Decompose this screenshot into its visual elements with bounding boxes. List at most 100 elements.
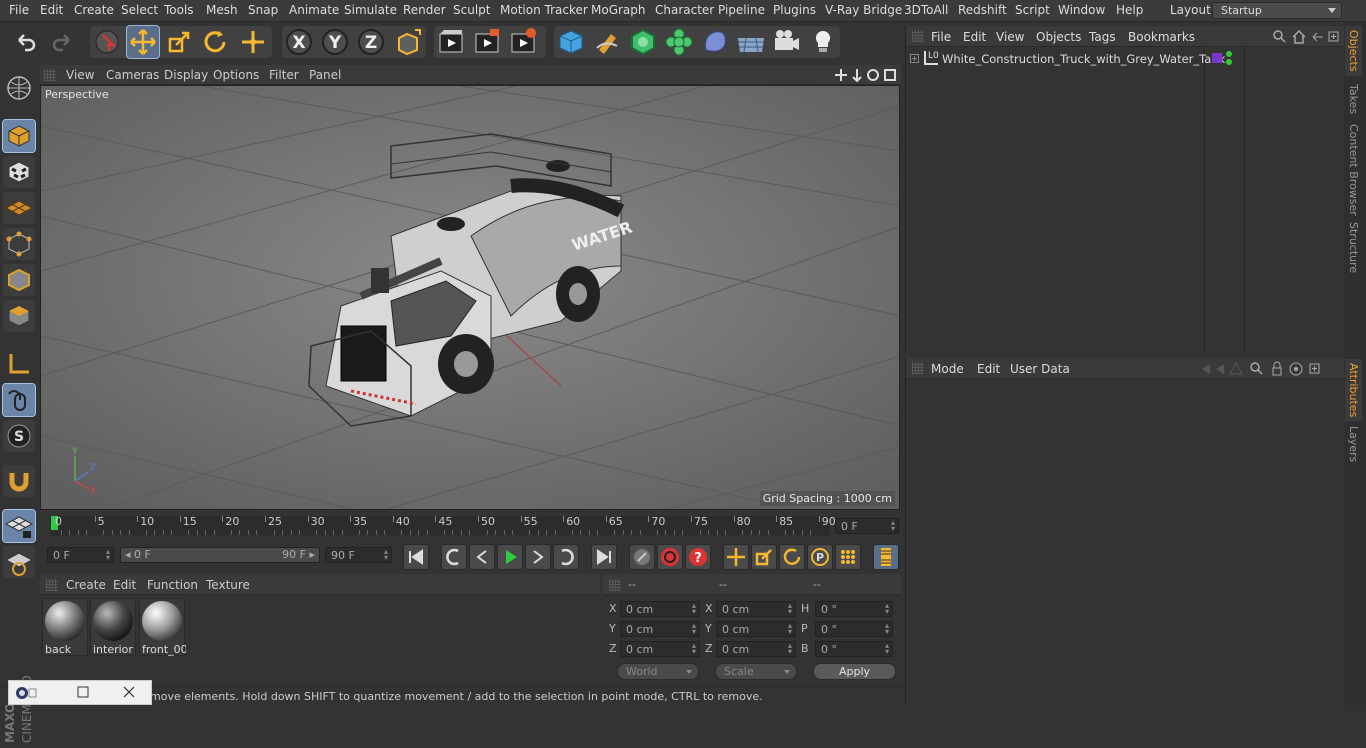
light-icon[interactable] bbox=[807, 26, 839, 58]
edges-mode-icon[interactable] bbox=[3, 264, 35, 296]
object-menu-edit[interactable]: Edit bbox=[963, 30, 986, 44]
menu-script[interactable]: Script bbox=[1015, 3, 1050, 17]
z-axis-icon[interactable]: Z bbox=[355, 26, 387, 58]
object-menu-objects[interactable]: Objects bbox=[1036, 30, 1081, 44]
tweak-mode-icon[interactable] bbox=[2, 383, 36, 417]
viewport-menu-display[interactable]: Display bbox=[164, 68, 208, 82]
coord-value-field[interactable]: 0 ° ▴ ▾ bbox=[815, 621, 893, 637]
minimized-window[interactable] bbox=[8, 680, 152, 705]
go-to-start-icon[interactable] bbox=[403, 544, 429, 570]
start-frame-field[interactable]: 0 F ▴ ▾ bbox=[47, 547, 114, 563]
object-menu-file[interactable]: File bbox=[931, 30, 951, 44]
scale-icon[interactable] bbox=[163, 26, 195, 58]
material-menu-edit[interactable]: Edit bbox=[113, 578, 136, 592]
viewport-menu-cameras[interactable]: Cameras bbox=[106, 68, 159, 82]
snap-magnet-icon[interactable] bbox=[3, 465, 35, 497]
coord-value-field[interactable]: 0 cm ▴ ▾ bbox=[716, 601, 796, 617]
menu-window[interactable]: Window bbox=[1058, 3, 1105, 17]
coord-value-field[interactable]: 0 cm ▴ ▾ bbox=[716, 621, 796, 637]
menu-file[interactable]: File bbox=[9, 3, 29, 17]
polygons-mode-icon[interactable] bbox=[3, 300, 35, 332]
points-mode-icon[interactable] bbox=[3, 228, 35, 260]
object-menu-tags[interactable]: Tags bbox=[1089, 30, 1116, 44]
workplane-mode-icon[interactable] bbox=[3, 192, 35, 224]
attribute-menu-edit[interactable]: Edit bbox=[977, 362, 1000, 376]
play-icon[interactable] bbox=[497, 544, 523, 570]
menu-redshift[interactable]: Redshift bbox=[958, 3, 1007, 17]
material-swatch[interactable]: interior bbox=[90, 598, 136, 656]
model-mode-icon[interactable] bbox=[2, 119, 36, 153]
tab-takes[interactable]: Takes bbox=[1347, 84, 1360, 114]
material-swatch[interactable]: front_00 bbox=[139, 598, 186, 656]
attribute-menu-mode[interactable]: Mode bbox=[931, 362, 964, 376]
pen-icon[interactable] bbox=[591, 26, 623, 58]
last-tool-icon[interactable] bbox=[237, 26, 269, 58]
redo-icon[interactable] bbox=[46, 26, 78, 58]
layer-color-icon[interactable] bbox=[1212, 53, 1222, 63]
editor-visibility-dot[interactable] bbox=[1226, 51, 1232, 57]
key-parameter-icon[interactable]: P bbox=[807, 544, 833, 570]
axis-mode-icon[interactable] bbox=[3, 348, 35, 380]
key-position-icon[interactable] bbox=[723, 544, 749, 570]
coord-value-field[interactable]: 0 cm ▴ ▾ bbox=[620, 601, 700, 617]
menu-vray-bridge[interactable]: V-Ray Bridge bbox=[825, 3, 902, 17]
tab-content-browser[interactable]: Content Browser bbox=[1347, 124, 1360, 216]
menu-help[interactable]: Help bbox=[1116, 3, 1143, 17]
cube-icon[interactable] bbox=[555, 26, 587, 58]
menu-sculpt[interactable]: Sculpt bbox=[453, 3, 490, 17]
coord-value-field[interactable]: 0 cm ▴ ▾ bbox=[620, 641, 700, 657]
menu-animate[interactable]: Animate bbox=[289, 3, 339, 17]
record-keys-icon[interactable] bbox=[629, 544, 655, 570]
timeline-ruler[interactable]: 0 5 10 15 20 25 30 35 40 45 50 55 60 65 70 75 80 85 90 0 F… bbox=[40, 512, 901, 540]
object-menu-bookmarks[interactable]: Bookmarks bbox=[1128, 30, 1195, 44]
render-picture-viewer-icon[interactable] bbox=[471, 26, 503, 58]
coord-value-field[interactable]: 0 cm ▴ ▾ bbox=[620, 621, 700, 637]
deformer-icon[interactable] bbox=[699, 26, 731, 58]
viewport-menu-filter[interactable]: Filter bbox=[269, 68, 299, 82]
coord-value-field[interactable]: 0 cm ▴ ▾ bbox=[716, 641, 796, 657]
menu-create[interactable]: Create bbox=[74, 3, 114, 17]
cloner-icon[interactable] bbox=[663, 26, 695, 58]
menu-edit[interactable]: Edit bbox=[40, 3, 63, 17]
end-frame-field[interactable]: 90 F ▴ ▾ bbox=[325, 547, 392, 563]
render-settings-icon[interactable] bbox=[507, 26, 539, 58]
make-editable-icon[interactable] bbox=[3, 72, 35, 104]
tab-layers[interactable]: Layers bbox=[1347, 426, 1360, 462]
coord-size-mode-select[interactable]: Scale bbox=[715, 663, 797, 680]
object-menu-view[interactable]: View bbox=[996, 30, 1024, 44]
planar-workplane-icon[interactable] bbox=[3, 546, 35, 578]
viewport-nav-icons[interactable] bbox=[835, 67, 899, 83]
menu-tools[interactable]: Tools bbox=[164, 3, 194, 17]
material-swatch[interactable]: back bbox=[42, 598, 88, 656]
render-visibility-dot[interactable] bbox=[1226, 59, 1232, 65]
drag-handle-icon[interactable] bbox=[609, 579, 621, 591]
next-key-icon[interactable] bbox=[553, 544, 579, 570]
perspective-viewport[interactable]: WATER Y Z X Perspective Grid Spacing : 1… bbox=[40, 85, 900, 510]
menu-motion-tracker[interactable]: Motion Tracker bbox=[500, 3, 588, 17]
coord-value-field[interactable]: 0 ° ▴ ▾ bbox=[815, 641, 893, 657]
object-name[interactable]: White_Construction_Truck_with_Grey_Water… bbox=[942, 52, 1225, 66]
x-axis-icon[interactable]: X bbox=[283, 26, 315, 58]
tab-objects[interactable]: Objects bbox=[1345, 26, 1362, 76]
coord-space-select[interactable]: World bbox=[617, 663, 699, 680]
rotate-icon[interactable] bbox=[199, 26, 231, 58]
autokeying-icon[interactable] bbox=[657, 544, 683, 570]
drag-handle-icon[interactable] bbox=[46, 579, 58, 591]
attribute-nav-icons[interactable] bbox=[1200, 361, 1342, 377]
object-row[interactable]: + L0 White_Construction_Truck_with_Grey_… bbox=[906, 50, 1344, 68]
undo-icon[interactable] bbox=[10, 26, 42, 58]
maximize-icon[interactable] bbox=[77, 686, 89, 698]
timeline-window-icon[interactable] bbox=[873, 544, 899, 570]
menu-plugins[interactable]: Plugins bbox=[773, 3, 816, 17]
menu-snap[interactable]: Snap bbox=[248, 3, 278, 17]
keyframe-selection-icon[interactable]: ? bbox=[685, 544, 711, 570]
solo-mode-icon[interactable]: S bbox=[3, 420, 35, 452]
viewport-menu-view[interactable]: View bbox=[66, 68, 94, 82]
menu-pipeline[interactable]: Pipeline bbox=[718, 3, 765, 17]
y-axis-icon[interactable]: Y bbox=[319, 26, 351, 58]
material-menu-create[interactable]: Create bbox=[66, 578, 106, 592]
attribute-menu-user-data[interactable]: User Data bbox=[1010, 362, 1070, 376]
object-manager-nav-icons[interactable] bbox=[1272, 29, 1342, 45]
subdivision-icon[interactable] bbox=[627, 26, 659, 58]
coordinate-system-icon[interactable] bbox=[393, 26, 425, 58]
